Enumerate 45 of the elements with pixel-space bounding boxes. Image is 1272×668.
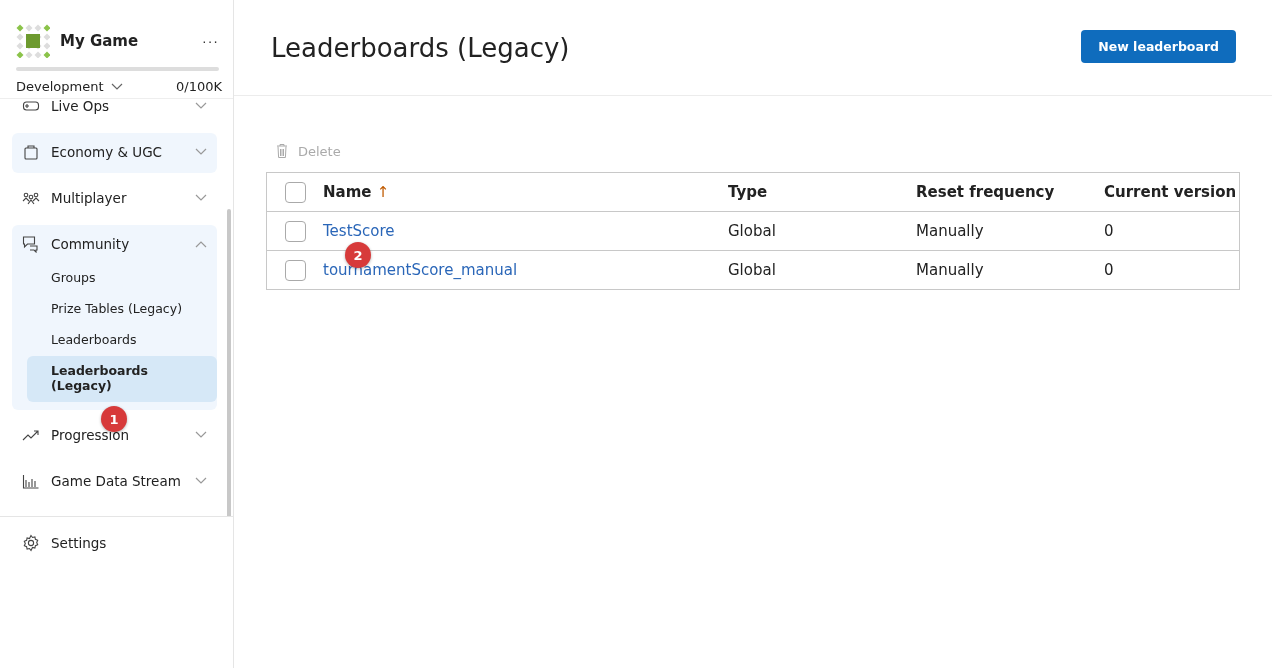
table-cell: Global: [728, 261, 776, 279]
chevron-down-icon: [195, 194, 207, 202]
nav-subitem[interactable]: Leaderboards (Legacy): [27, 356, 217, 402]
nav-item[interactable]: Live Ops: [12, 99, 217, 125]
chevron-down-icon: [195, 148, 207, 156]
bag-icon: [22, 143, 40, 161]
column-header[interactable]: Current version: [1104, 183, 1239, 201]
nav-subitem[interactable]: Groups: [27, 263, 217, 294]
table-cell: Manually: [916, 261, 984, 279]
game-title: My Game: [60, 32, 140, 50]
nav-subitem[interactable]: Leaderboards: [27, 325, 217, 356]
chevron-down-icon: [195, 431, 207, 439]
nav-item[interactable]: Game Data Stream: [12, 462, 217, 500]
nav-item[interactable]: Community: [12, 225, 217, 263]
trash-icon: [276, 143, 288, 159]
column-header[interactable]: Type: [728, 183, 916, 201]
bar-chart-icon: [22, 472, 40, 490]
chevron-down-icon: [110, 82, 123, 91]
table-cell: Manually: [916, 222, 984, 240]
game-logo-icon: [16, 24, 50, 58]
table-cell: 0: [1104, 261, 1114, 279]
page-title: Leaderboards (Legacy): [271, 32, 570, 63]
more-button[interactable]: ···: [202, 33, 219, 49]
row-checkbox[interactable]: [284, 220, 306, 242]
table-cell: 0: [1104, 222, 1114, 240]
column-header[interactable]: Name ↑: [323, 183, 728, 201]
chevron-down-icon: [195, 477, 207, 485]
nav-subitem[interactable]: Prize Tables (Legacy): [27, 294, 217, 325]
settings-icon: [22, 534, 40, 552]
scrollbar[interactable]: [227, 209, 231, 516]
leaderboard-link[interactable]: TestScore: [323, 222, 395, 240]
column-header[interactable]: Reset frequency: [916, 183, 1104, 201]
chevron-up-icon: [195, 240, 207, 248]
nav-item[interactable]: Economy & UGC: [12, 133, 217, 171]
select-all-checkbox[interactable]: [284, 181, 306, 203]
new-leaderboard-button[interactable]: New leaderboard: [1081, 30, 1236, 63]
settings-item[interactable]: Settings: [12, 524, 217, 562]
environment-dropdown[interactable]: Development: [16, 79, 123, 94]
chevron-down-icon: [195, 102, 207, 110]
annotation-marker: 1: [101, 406, 127, 432]
row-checkbox[interactable]: [284, 259, 306, 281]
nav-item[interactable]: Multiplayer: [12, 179, 217, 217]
table-cell: Global: [728, 222, 776, 240]
chat-icon: [22, 235, 40, 253]
quota-text: 0/100K: [176, 79, 222, 94]
